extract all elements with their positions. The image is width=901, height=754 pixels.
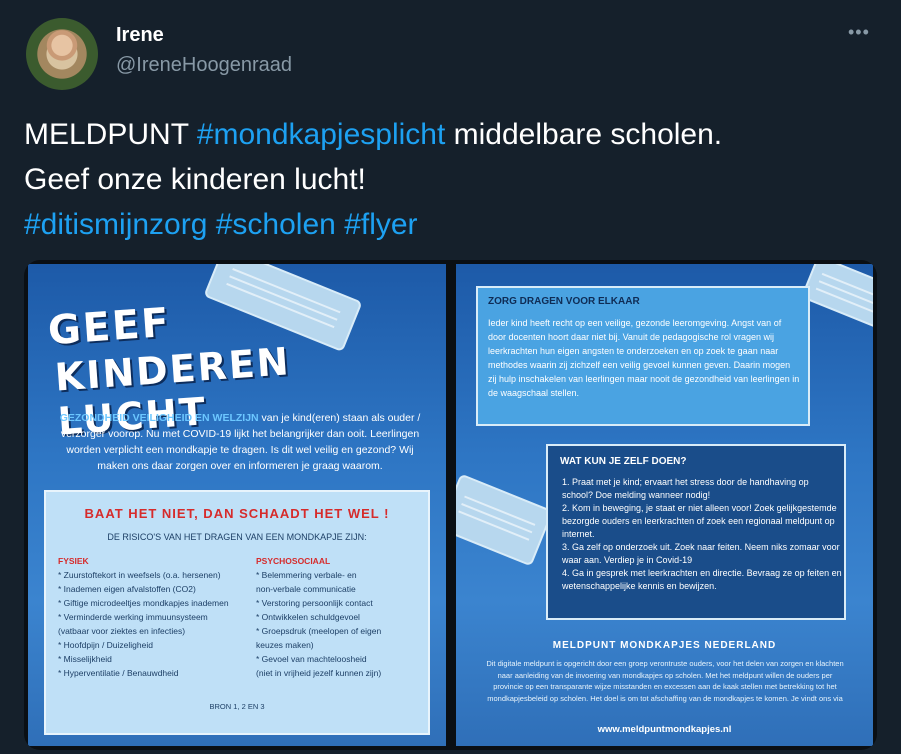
what-item: 3. Ga zelf op onderzoek uit. Zoek naar f… xyxy=(562,542,840,565)
face-mask-image xyxy=(456,473,554,567)
what-box: WAT KUN JE ZELF DOEN? 1. Praat met je ki… xyxy=(546,444,846,620)
risk-item: * Belemmering verbale- en xyxy=(256,570,357,580)
care-text: Ieder kind heeft recht op een veilige, g… xyxy=(488,318,800,398)
flyer-page-left[interactable]: GEEF KINDEREN LUCHT GEZONDHEID VEILIGHEI… xyxy=(28,264,446,746)
risk-item: * Zuurstoftekort in weefsels (o.a. herse… xyxy=(58,570,221,580)
tweet-text: MELDPUNT #mondkapjesplicht middelbare sc… xyxy=(24,112,884,247)
risk-item: * Gevoel van machteloosheid xyxy=(256,654,367,664)
risk-item: * Giftige microdeeltjes mondkapjes inade… xyxy=(58,598,229,608)
hashtag-link[interactable]: #scholen xyxy=(216,208,336,241)
meldpunt-title: MELDPUNT MONDKAPJES NEDERLAND xyxy=(552,640,777,651)
flyer-page-right[interactable]: ZORG DRAGEN VOOR ELKAAR Ieder kind heeft… xyxy=(456,264,873,746)
tweet: Irene @IreneHoogenraad ••• MELDPUNT #mon… xyxy=(0,0,901,754)
what-item: 1. Praat met je kind; ervaart het stress… xyxy=(562,477,809,500)
risk-item: (niet in vrijheid jezelf kunnen zijn) xyxy=(256,668,382,678)
user-handle[interactable]: @IreneHoogenraad xyxy=(116,54,292,77)
hashtag-link[interactable]: #ditismijnzorg xyxy=(24,208,207,241)
what-item: 2. Kom in beweging, je staat er niet all… xyxy=(562,503,837,539)
risk-column-psychosocial: PSYCHOSOCIAAL * Belemmering verbale- en … xyxy=(256,554,436,680)
user-avatar[interactable] xyxy=(26,18,98,90)
care-title: ZORG DRAGEN VOOR ELKAAR xyxy=(488,296,640,307)
care-box: ZORG DRAGEN VOOR ELKAAR Ieder kind heeft… xyxy=(476,286,810,426)
risk-subtitle: DE RISICO'S VAN HET DRAGEN VAN EEN MONDK… xyxy=(107,532,367,542)
tweet-text-part: middelbare scholen. xyxy=(445,118,723,151)
risk-item: * Ontwikkelen schuldgevoel xyxy=(256,612,360,622)
risk-item: * Groepsdruk (meelopen of eigen xyxy=(256,626,382,636)
what-item: 4. Ga in gesprek met leerkrachten en dir… xyxy=(562,568,842,591)
risk-item: keuzes maken) xyxy=(256,640,314,650)
meldpunt-text: Dit digitale meldpunt is opgericht door … xyxy=(486,659,844,703)
risk-item: * Hoofdpijn / Duizeligheid xyxy=(58,640,153,650)
risk-item: * Misselijkheid xyxy=(58,654,112,664)
risk-title: BAAT HET NIET, DAN SCHAADT HET WEL ! xyxy=(84,506,390,521)
risk-box: BAAT HET NIET, DAN SCHAADT HET WEL ! DE … xyxy=(44,490,430,735)
user-name[interactable]: Irene xyxy=(116,24,164,47)
what-title: WAT KUN JE ZELF DOEN? xyxy=(560,456,687,467)
risk-item: * Verminderde werking immuunsysteem xyxy=(58,612,208,622)
risk-item: (vatbaar voor ziektes en infecties) xyxy=(58,626,186,636)
risk-footnote: BRON 1, 2 EN 3 xyxy=(209,702,265,711)
hashtag-link[interactable]: #mondkapjesplicht xyxy=(197,118,445,151)
face-mask-image xyxy=(800,264,873,332)
flyer-title-line1: GEEF xyxy=(46,299,173,355)
risk-column-head: PSYCHOSOCIAAL xyxy=(256,556,331,566)
more-options-icon[interactable]: ••• xyxy=(848,22,870,43)
flyer-intro: GEZONDHEID VEILIGHEID EN WELZIJN van je … xyxy=(50,410,430,474)
risk-item: * Hyperventilatie / Benauwdheid xyxy=(58,668,179,678)
risk-column-head: FYSIEK xyxy=(58,556,89,566)
tweet-media[interactable]: GEEF KINDEREN LUCHT GEZONDHEID VEILIGHEI… xyxy=(24,260,877,750)
risk-item: * Verstoring persoonlijk contact xyxy=(256,598,373,608)
risk-item: non-verbale communicatie xyxy=(256,584,356,594)
tweet-text-part: Geef onze kinderen lucht! xyxy=(24,163,366,196)
meldpunt-url: www.meldpuntmondkapjes.nl xyxy=(597,724,732,735)
what-list: 1. Praat met je kind; ervaart het stress… xyxy=(562,476,842,593)
tweet-text-part: MELDPUNT xyxy=(24,118,197,151)
hashtag-link[interactable]: #flyer xyxy=(344,208,417,241)
intro-highlight: GEZONDHEID VEILIGHEID EN WELZIJN xyxy=(59,412,259,424)
risk-column-physical: FYSIEK * Zuurstoftekort in weefsels (o.a… xyxy=(58,554,238,680)
risk-item: * Inademen eigen afvalstoffen (CO2) xyxy=(58,584,196,594)
